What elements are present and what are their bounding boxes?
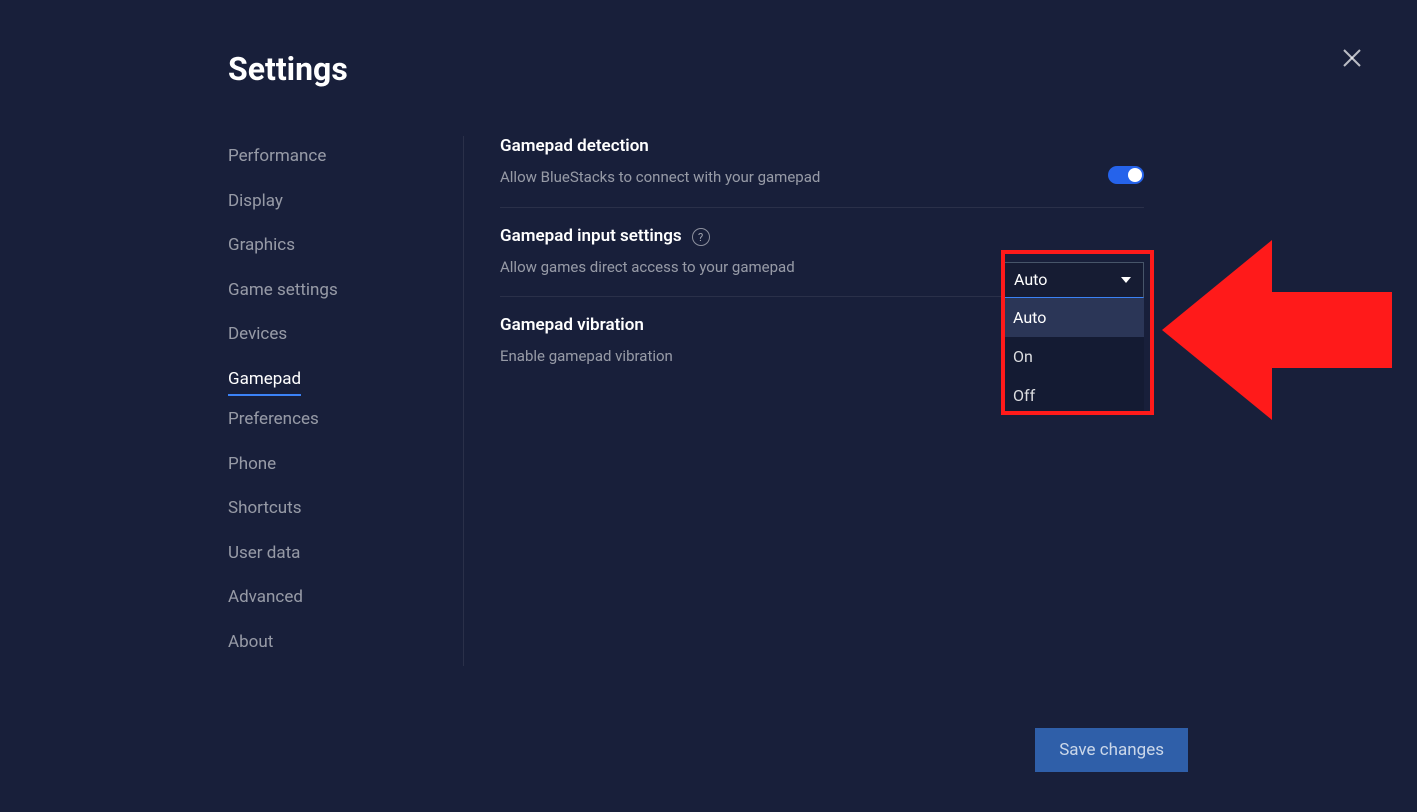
sidebar-item-about[interactable]: About (228, 622, 423, 664)
close-icon (1342, 48, 1362, 68)
sidebar-item-display[interactable]: Display (228, 181, 423, 223)
vibration-title: Gamepad vibration (500, 315, 644, 335)
sidebar-item-shortcuts[interactable]: Shortcuts (228, 488, 423, 530)
section-gamepad-input: Gamepad input settings ? Allow games dir… (500, 226, 1144, 298)
main-content: Gamepad detection Allow BlueStacks to co… (464, 136, 1144, 666)
close-button[interactable] (1342, 48, 1362, 72)
annotation-arrow-icon (1162, 240, 1392, 420)
input-title: Gamepad input settings (500, 226, 682, 246)
sidebar: Performance Display Graphics Game settin… (228, 136, 464, 666)
section-gamepad-vibration: Gamepad vibration Enable gamepad vibrati… (500, 315, 1144, 386)
sidebar-item-game-settings[interactable]: Game settings (228, 270, 423, 312)
sidebar-item-graphics[interactable]: Graphics (228, 225, 423, 267)
detection-toggle[interactable] (1108, 166, 1144, 184)
vibration-desc: Enable gamepad vibration (500, 345, 1144, 368)
sidebar-item-devices[interactable]: Devices (228, 314, 423, 356)
section-gamepad-detection: Gamepad detection Allow BlueStacks to co… (500, 136, 1144, 208)
detection-title: Gamepad detection (500, 136, 649, 156)
dropdown-selected: Auto (1014, 270, 1047, 289)
save-button[interactable]: Save changes (1035, 728, 1188, 772)
sidebar-item-advanced[interactable]: Advanced (228, 577, 423, 619)
input-dropdown[interactable]: Auto (1001, 262, 1144, 298)
sidebar-item-performance[interactable]: Performance (228, 136, 423, 178)
sidebar-item-user-data[interactable]: User data (228, 533, 423, 575)
detection-desc: Allow BlueStacks to connect with your ga… (500, 166, 1144, 189)
chevron-down-icon (1121, 277, 1131, 283)
page-title: Settings (228, 50, 1417, 88)
sidebar-item-phone[interactable]: Phone (228, 444, 423, 486)
sidebar-item-gamepad[interactable]: Gamepad (228, 359, 301, 397)
sidebar-item-preferences[interactable]: Preferences (228, 399, 423, 441)
help-icon[interactable]: ? (692, 228, 710, 246)
